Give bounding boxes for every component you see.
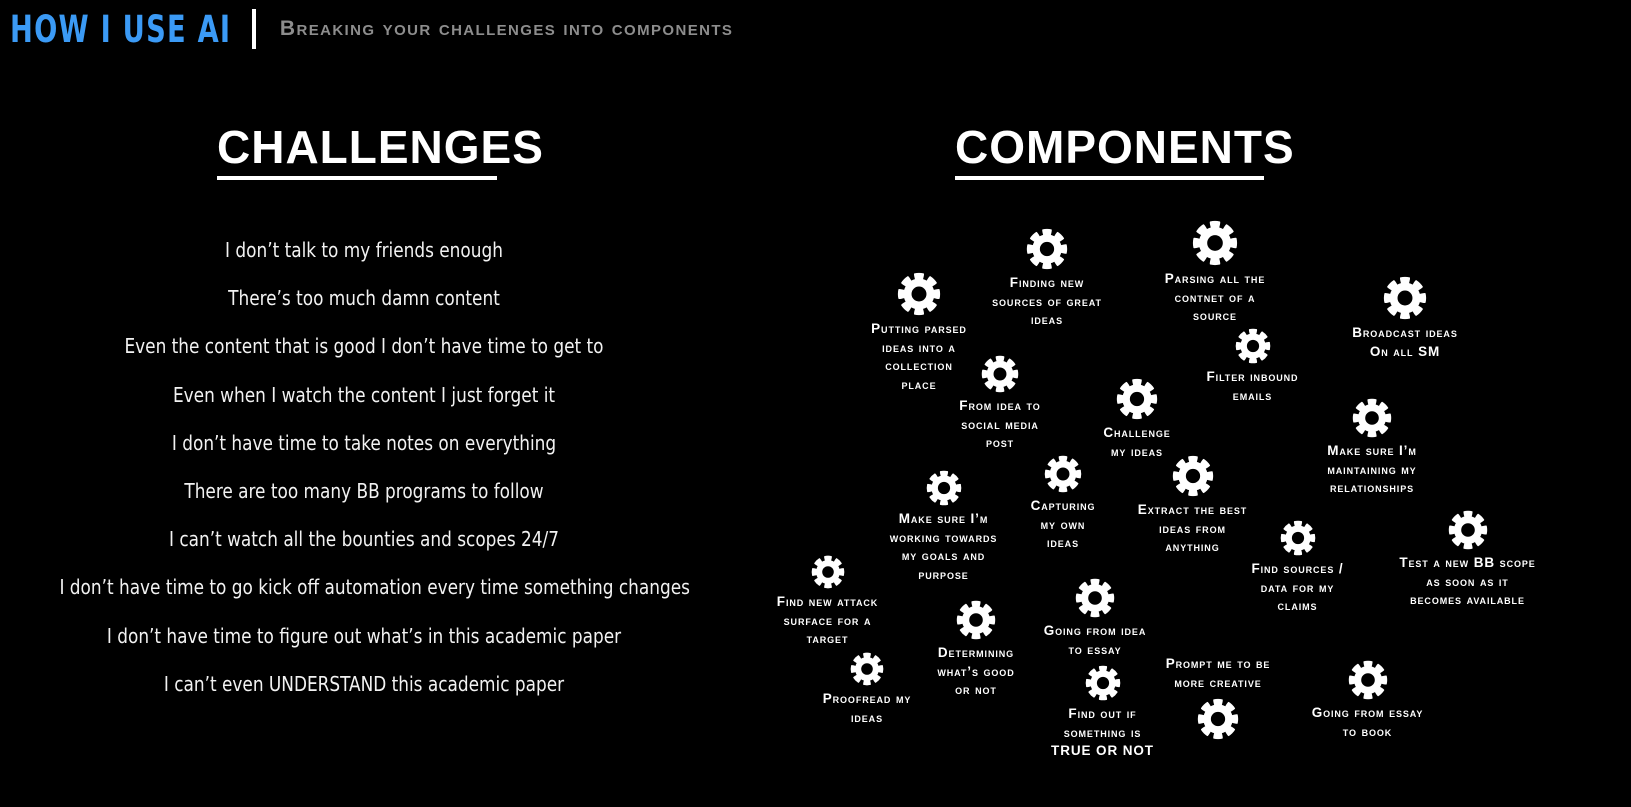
gear-icon xyxy=(1197,698,1239,740)
header-subtitle: Breaking your challenges into components xyxy=(279,17,734,40)
gear-icon xyxy=(1044,455,1082,493)
component-label: Filter inbound emails xyxy=(1206,369,1299,403)
challenge-item: I can’t even UNDERSTAND this academic pa… xyxy=(163,671,565,696)
gear-icon xyxy=(1116,378,1158,420)
header-divider-icon xyxy=(251,9,256,49)
gear-icon xyxy=(1192,220,1238,266)
component-label: Proofread my ideas xyxy=(822,691,912,725)
component-label: Parsing all the contnet of a source xyxy=(1164,271,1266,324)
component-label: From idea to social media post xyxy=(959,398,1041,451)
gear-icon xyxy=(850,652,884,686)
component-item[interactable]: Capturing my own ideas xyxy=(1008,455,1118,553)
component-item[interactable]: Filter inbound emails xyxy=(1180,328,1325,405)
gear-icon xyxy=(926,470,962,506)
gear-icon xyxy=(1235,328,1271,364)
gear-icon xyxy=(1172,455,1214,497)
component-item[interactable]: Find new attack surface for a target xyxy=(755,555,900,649)
gear-icon xyxy=(1383,276,1427,320)
challenge-item: I don’t have time to take notes on every… xyxy=(171,430,557,455)
component-label: Determining what’s good or not xyxy=(937,645,1015,698)
gear-icon xyxy=(1448,510,1488,550)
challenge-item: I can’t watch all the bounties and scope… xyxy=(168,527,560,552)
component-label: Capturing my own ideas xyxy=(1030,498,1096,551)
component-label: Make sure I’m working towards my goals a… xyxy=(889,511,998,582)
gear-icon xyxy=(1085,665,1121,701)
gear-icon xyxy=(981,355,1019,393)
gear-icon xyxy=(956,600,996,640)
gear-icon xyxy=(1026,228,1068,270)
challenge-item: I don’t have time to figure out what’s i… xyxy=(106,623,622,648)
gear-icon xyxy=(811,555,845,589)
component-item[interactable]: Going from idea to essay xyxy=(1020,578,1170,659)
component-item[interactable]: Proofread my ideas xyxy=(802,652,932,727)
component-item[interactable]: Challenge my ideas xyxy=(1077,378,1197,461)
challenge-item: There are too many BB programs to follow xyxy=(184,478,544,503)
components-cloud: Putting parsed ideas into a collection p… xyxy=(740,200,1631,807)
component-item[interactable]: From idea to social media post xyxy=(930,355,1070,453)
component-label: Going from idea to essay xyxy=(1043,623,1147,657)
component-label: Find new attack surface for a target xyxy=(776,594,879,647)
gear-icon xyxy=(1075,578,1115,618)
components-heading: COMPONENTS xyxy=(955,123,1294,181)
component-label: Broadcast ideas On all SM xyxy=(1352,325,1458,359)
component-item[interactable]: Finding new sources of great ideas xyxy=(962,228,1132,330)
brand-title: HOW I USE AI xyxy=(10,7,232,51)
component-item[interactable]: Find sources / data for my claims xyxy=(1230,520,1365,616)
component-label: Find sources / data for my claims xyxy=(1251,561,1344,614)
component-label: Test a new BB scope as soon as it become… xyxy=(1399,555,1536,608)
component-item[interactable]: Broadcast ideas On all SM xyxy=(1325,276,1485,361)
gear-icon xyxy=(897,272,941,316)
challenge-item: Even the content that is good I don’t ha… xyxy=(124,334,604,359)
gear-icon xyxy=(1280,520,1316,556)
challenges-list: I don’t talk to my friends enough There’s… xyxy=(40,238,690,722)
component-label: Finding new sources of great ideas xyxy=(992,275,1102,328)
challenge-item: I don’t have time to go kick off automat… xyxy=(59,575,690,600)
component-item[interactable]: Make sure I’m maintaining my relationshi… xyxy=(1297,398,1447,498)
gear-icon xyxy=(1348,660,1388,700)
component-label: Going from essay to book xyxy=(1311,705,1424,739)
component-item[interactable]: Going from essay to book xyxy=(1285,660,1450,741)
challenge-item: There’s too much damn content xyxy=(228,286,500,311)
component-item[interactable]: Parsing all the contnet of a source xyxy=(1135,220,1295,326)
component-item[interactable]: Test a new BB scope as soon as it become… xyxy=(1375,510,1560,610)
challenge-item: I don’t talk to my friends enough xyxy=(225,238,503,262)
challenges-heading: CHALLENGES xyxy=(217,123,543,181)
component-item[interactable]: Prompt me to be more creative xyxy=(1138,655,1298,740)
component-item[interactable]: Determining what’s good or not xyxy=(915,600,1037,700)
challenge-item: Even when I watch the content I just for… xyxy=(172,382,556,407)
component-label: Prompt me to be more creative xyxy=(1165,656,1271,690)
gear-icon xyxy=(1352,398,1392,438)
component-label: Make sure I’m maintaining my relationshi… xyxy=(1327,443,1417,496)
page-header: HOW I USE AI Breaking your challenges in… xyxy=(0,0,1631,58)
